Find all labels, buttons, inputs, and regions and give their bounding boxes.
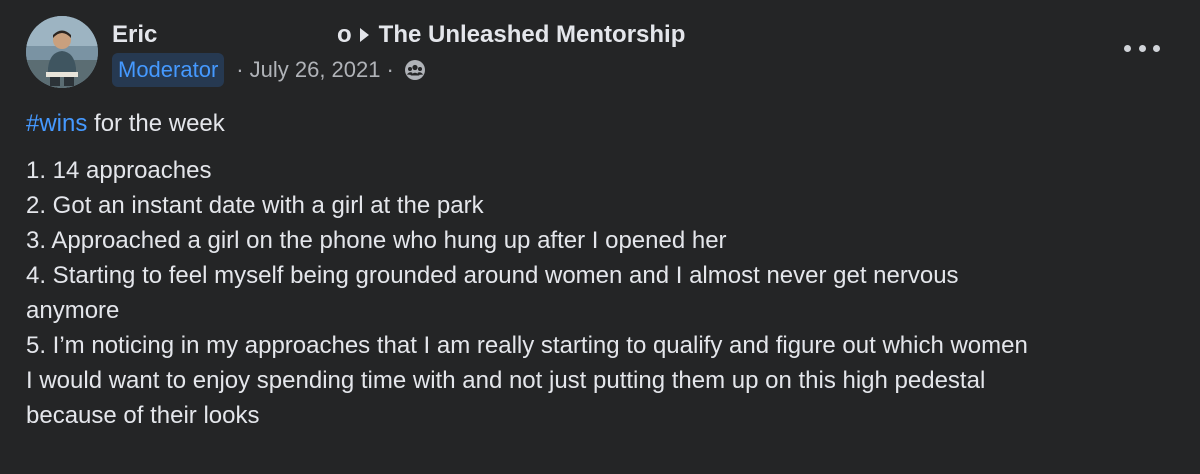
- author-avatar[interactable]: [26, 16, 98, 88]
- post-line: I would want to enjoy spending time with…: [26, 367, 986, 394]
- post-line: 5. I’m noticing in my approaches that I …: [26, 332, 1028, 359]
- right-arrow-icon: [359, 28, 369, 42]
- moderator-badge[interactable]: Moderator: [112, 53, 225, 87]
- group-name[interactable]: The Unleashed Mentorship: [379, 20, 686, 50]
- post-line: because of their looks: [26, 402, 260, 429]
- more-options-icon: [1153, 44, 1160, 52]
- group-prefix: o: [337, 21, 352, 48]
- post-line: 4. Starting to feel myself being grounde…: [26, 262, 959, 289]
- group-link[interactable]: o The Unleashed Mentorship: [337, 20, 685, 50]
- avatar-photo: [26, 16, 98, 88]
- post-line: 2. Got an instant date with a girl at th…: [26, 192, 484, 219]
- meta-separator: ·: [386, 57, 394, 82]
- more-options-icon: [1138, 44, 1146, 52]
- intro-text: for the week: [87, 110, 225, 137]
- post-line: 1. 14 approaches: [26, 157, 212, 184]
- more-options-button[interactable]: [1124, 34, 1160, 62]
- post-date[interactable]: July 26, 2021: [250, 57, 381, 83]
- meta-separator: ·: [236, 57, 244, 82]
- post-card: Eric o The Unleashed Mentorship Moderato…: [0, 0, 1200, 474]
- author-name[interactable]: Eric: [112, 20, 157, 50]
- group-audience-icon[interactable]: [404, 59, 426, 81]
- post-line: anymore: [26, 297, 120, 324]
- post-line: 3. Approached a girl on the phone who hu…: [26, 227, 727, 254]
- post-body: #wins for the week 1. 14 approaches 2. G…: [26, 106, 1186, 433]
- wins-hashtag-link[interactable]: #wins: [26, 110, 87, 137]
- more-options-icon: [1124, 44, 1131, 52]
- post-intro-line: #wins for the week: [26, 106, 1186, 141]
- post-meta: Moderator · July 26, 2021 ·: [112, 52, 426, 88]
